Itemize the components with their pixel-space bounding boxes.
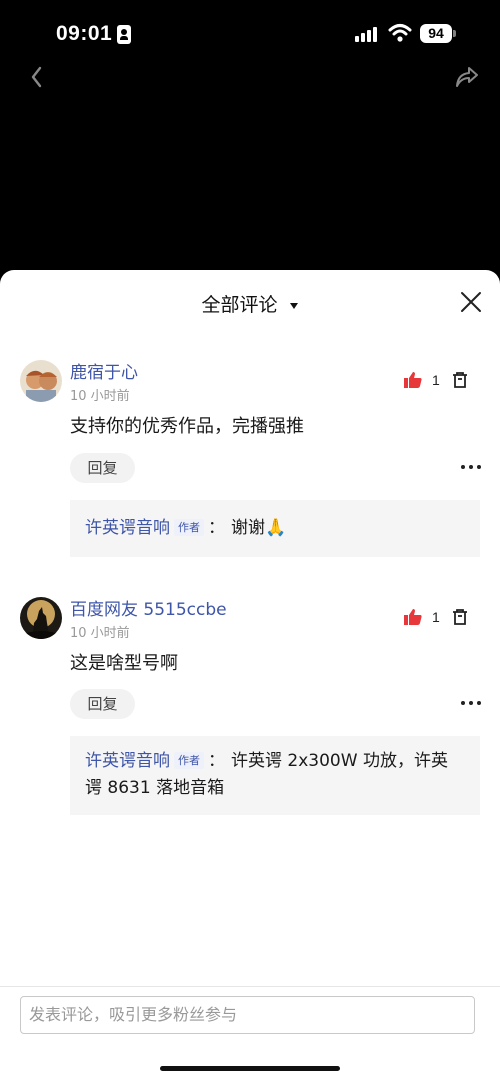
thumbs-up-icon [404,609,422,625]
home-indicator [160,1066,340,1071]
status-time: 09:01 [56,22,113,45]
caret-down-icon [289,302,298,309]
reply-author[interactable]: 许英谔音响 [85,518,170,538]
comment-text: 这是啥型号啊 [70,653,178,674]
like-count: 1 [432,609,440,625]
sheet-header: 全部评论 [0,270,500,334]
sheet-title[interactable]: 全部评论 [0,290,500,317]
comment-username[interactable]: 百度网友 5515ccbe [70,595,227,620]
author-badge: 作者 [174,519,204,536]
comment-time: 10 小时前 [70,626,130,641]
thumbs-up-icon [404,372,422,388]
reply-author[interactable]: 许英谔音响 [85,751,170,771]
reply-button[interactable]: 回复 [70,689,135,719]
trash-icon[interactable] [452,608,468,626]
divider [0,986,500,987]
author-badge: 作者 [174,752,204,769]
signal-icon [355,26,379,42]
comment-input[interactable]: 发表评论，吸引更多粉丝参与 [20,996,475,1034]
comment-username[interactable]: 鹿宿于心 [70,358,138,383]
status-bar: 09:01 94 [0,0,500,60]
trash-icon[interactable] [452,371,468,389]
reply-button[interactable]: 回复 [70,453,135,483]
battery-level: 94 [420,24,452,43]
like-button[interactable]: 1 [404,607,440,627]
comment-time: 10 小时前 [70,389,130,404]
more-dots-icon[interactable] [461,465,481,471]
reply-text: 谢谢🙏 [231,518,287,538]
more-dots-icon[interactable] [461,701,481,707]
id-card-icon [117,25,131,44]
comment-text: 支持你的优秀作品，完播强推 [70,416,304,437]
author-reply: 许英谔音响 作者：谢谢🙏 [70,500,480,557]
share-icon[interactable] [454,64,480,90]
avatar[interactable] [20,360,62,402]
comments-sheet: 全部评论 鹿宿于心 10 小时前 1 支持你的优秀作品，完播强推 回复 许英谔音… [0,270,500,1083]
author-reply: 许英谔音响 作者：许英谔 2x300W 功放，许英谔 8631 落地音箱 [70,736,480,815]
close-icon[interactable] [459,290,483,314]
battery-icon: 94 [420,24,456,43]
wifi-icon [388,24,412,42]
like-button[interactable]: 1 [404,370,440,390]
like-count: 1 [432,372,440,388]
sheet-title-text: 全部评论 [201,294,278,316]
avatar[interactable] [20,597,62,639]
back-icon[interactable] [26,62,50,92]
